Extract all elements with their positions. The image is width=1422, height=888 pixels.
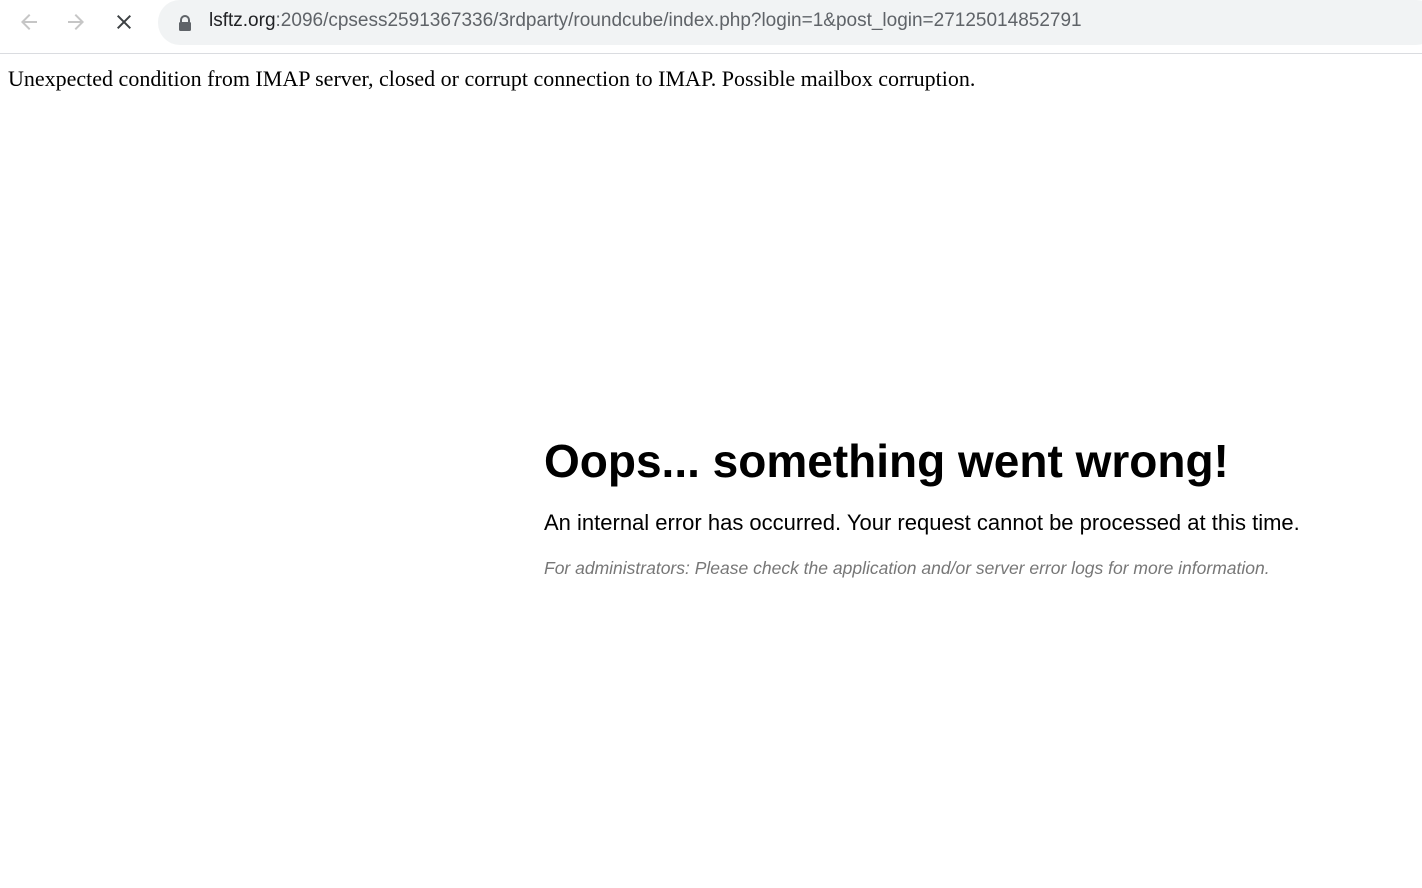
- stop-loading-button[interactable]: [108, 6, 140, 38]
- error-panel: Oops... something went wrong! An interna…: [544, 430, 1414, 579]
- imap-warning-text: Unexpected condition from IMAP server, c…: [8, 66, 976, 91]
- lock-icon[interactable]: [178, 15, 192, 31]
- close-icon: [117, 15, 131, 29]
- url-text[interactable]: lsftz.org:2096/cpsess2591367336/3rdparty…: [209, 10, 1082, 32]
- arrow-left-icon: [21, 14, 37, 30]
- url-host: lsftz.org: [209, 10, 276, 31]
- browser-toolbar: lsftz.org:2096/cpsess2591367336/3rdparty…: [0, 0, 1422, 54]
- back-button[interactable]: [13, 6, 45, 38]
- forward-button[interactable]: [60, 6, 92, 38]
- url-path: :2096/cpsess2591367336/3rdparty/roundcub…: [275, 10, 1082, 31]
- address-bar[interactable]: lsftz.org:2096/cpsess2591367336/3rdparty…: [158, 0, 1422, 45]
- error-message: An internal error has occurred. Your req…: [544, 510, 1300, 535]
- error-title: Oops... something went wrong!: [544, 435, 1229, 487]
- error-admin-hint: For administrators: Please check the app…: [544, 558, 1270, 578]
- arrow-right-icon: [68, 14, 84, 30]
